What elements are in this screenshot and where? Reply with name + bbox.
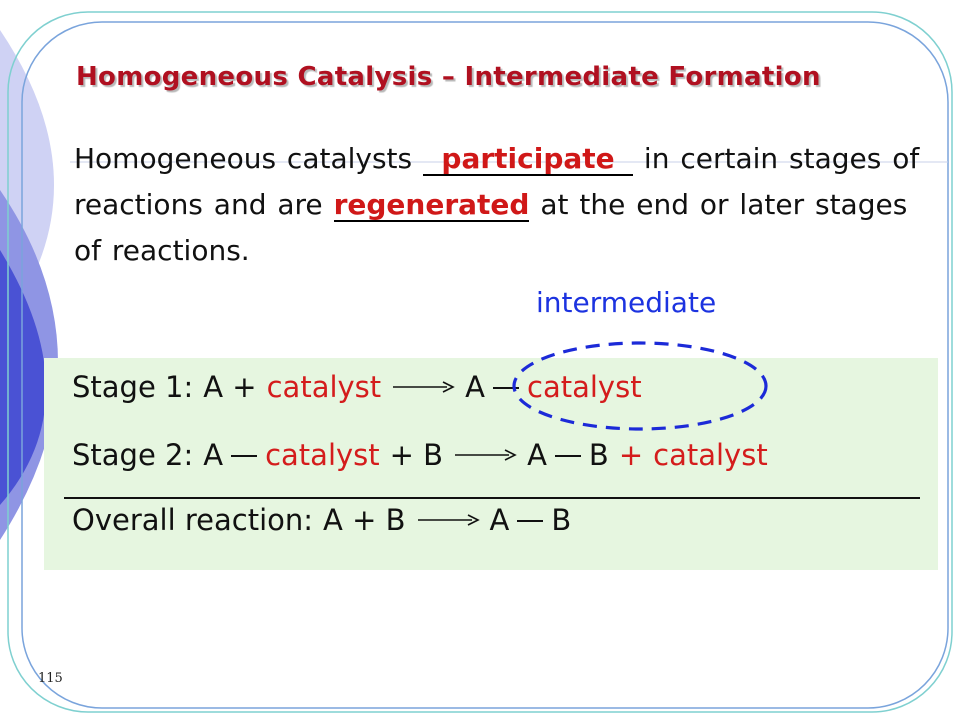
stage-2-label: Stage 2: [72,438,194,472]
stage-1-product-catalyst: catalyst [527,370,642,404]
bond-dash [231,455,258,457]
stage-2-product-a: A [527,438,547,472]
stage-2-plus-b: + B [389,438,444,472]
slide-title: Homogeneous Catalysis – Intermediate For… [76,62,821,92]
bond-dash [517,520,544,522]
stage-2-catalyst: catalyst [265,438,380,472]
stage-2-equation: Stage 2: A catalyst + B A B + catalyst [72,438,768,472]
overall-label: Overall reaction: [72,503,314,537]
overall-product-a: A [489,503,510,537]
stage-2-product-catalyst: catalyst [653,438,768,472]
intermediate-label: intermediate [536,286,717,319]
blank-regenerated: regenerated [333,188,530,222]
body-part-1: Homogeneous catalysts [74,142,424,175]
blank-participate: participate [423,144,634,176]
body-paragraph: Homogeneous catalysts participate in cer… [74,136,924,274]
overall-product-b: B [551,503,572,537]
overall-reactants: A + B [323,503,406,537]
stage-1-catalyst: catalyst [266,370,382,404]
right-arrow-icon [391,380,455,394]
stage-1-product-a: A [465,370,486,404]
stage-1-reactant: A + [203,370,257,404]
overall-equation: Overall reaction: A + B A B [72,503,571,537]
stage-2-plus: + [618,438,644,472]
stage-1-label: Stage 1: [72,370,194,404]
bond-dash [554,455,581,457]
page-number: 115 [38,671,63,686]
stage-1-equation: Stage 1: A + catalyst A catalyst [72,370,642,404]
summation-line [64,497,920,499]
stage-2-product-b: B [588,438,609,472]
right-arrow-icon [416,513,480,527]
stage-2-reactant-a: A [203,438,224,472]
bond-dash [493,387,520,389]
right-arrow-icon [453,448,517,462]
